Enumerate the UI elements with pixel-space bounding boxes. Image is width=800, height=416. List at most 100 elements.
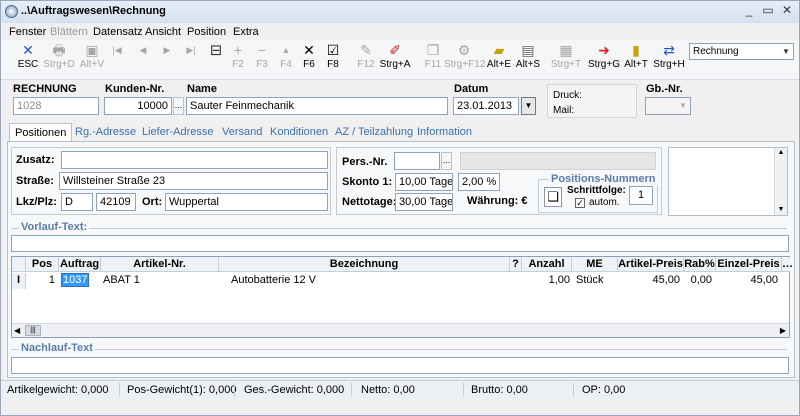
tab-rg-adresse[interactable]: Rg.-Adresse [75, 126, 136, 138]
first-record-button[interactable]: |◀ [111, 42, 123, 59]
ort-field[interactable]: Wuppertal [165, 193, 328, 211]
posnum-renumber-button[interactable]: ❏ [544, 187, 562, 207]
col-anzahl[interactable]: Anzahl [522, 257, 572, 272]
menu-datensatz[interactable]: Datensatz [93, 26, 143, 38]
tab-information[interactable]: Information [417, 126, 472, 138]
grid-hscrollbar[interactable]: ◀ ||| ▶ [12, 323, 789, 337]
tab-positionen[interactable]: Positionen [9, 123, 73, 141]
remove-button[interactable]: − F3 [254, 42, 270, 71]
pers-nr-field[interactable] [394, 152, 440, 170]
menu-fenster[interactable]: Fenster [9, 26, 46, 38]
preview-button[interactable]: ▣ Alt+V [78, 42, 106, 71]
name-label: Name [187, 83, 217, 95]
status-separator [573, 383, 574, 397]
confirm-button[interactable]: ☑ F8 [325, 42, 341, 71]
col-bezeichnung[interactable]: Bezeichnung [219, 257, 510, 272]
cell-auftrag[interactable]: 1037 [59, 273, 101, 289]
document-type-dropdown[interactable]: Rechnung ▼ [689, 43, 794, 60]
status-netto: Netto: 0,00 [361, 384, 415, 396]
gbnr-dropdown[interactable]: ▼ [645, 97, 691, 115]
col-question[interactable]: ? [510, 257, 522, 272]
layout-button[interactable]: ⊟ [206, 42, 226, 59]
pers-lookup-button[interactable]: ... [441, 152, 452, 170]
scroll-thumb[interactable]: ||| [25, 325, 41, 336]
menu-position[interactable]: Position [187, 26, 226, 38]
minus-icon: − [257, 42, 267, 58]
f11-button[interactable]: ❐ F11 [423, 42, 443, 71]
lkz-field[interactable]: D [61, 193, 93, 211]
kunden-lookup-button[interactable]: ... [173, 97, 184, 115]
strg-t-label: Strg+T [550, 59, 582, 70]
tab-versand[interactable]: Versand [222, 126, 262, 138]
skonto-days-field[interactable]: 10,00 Tage [395, 173, 453, 191]
strg-a-button[interactable]: ✐ Strg+A [378, 42, 412, 71]
tab-liefer-adresse[interactable]: Liefer-Adresse [142, 126, 214, 138]
menu-extra[interactable]: Extra [233, 26, 259, 38]
cell-me[interactable]: Stück [572, 273, 618, 289]
vorlauf-field[interactable] [11, 235, 789, 252]
app-window: ..\Auftragswesen\Rechnung _ ▭ ✕ Fenster … [0, 0, 800, 416]
f11-label: F11 [424, 59, 442, 70]
delete-button[interactable]: ✕ F6 [301, 42, 317, 71]
nachlauf-field[interactable] [11, 357, 789, 374]
col-rabatt[interactable]: Rab% [684, 257, 716, 272]
strg-h-button[interactable]: ⇄ Strg+H [652, 42, 686, 71]
col-auftrag[interactable]: Auftrag [59, 257, 101, 272]
cell-artikel[interactable]: ABAT 1 [101, 273, 219, 289]
close-button[interactable]: ✕ [780, 4, 794, 17]
cell-rabatt[interactable]: 0,00 [684, 273, 716, 289]
tab-az-teilzahlung[interactable]: AZ / Teilzahlung [335, 126, 413, 138]
cell-pos[interactable]: 1 [26, 273, 59, 289]
strg-t-button[interactable]: ▦ Strg+T [550, 42, 582, 71]
kunden-field[interactable]: 10000 [104, 97, 172, 115]
cell-artikel-preis[interactable]: 45,00 [618, 273, 684, 289]
print-button[interactable]: 🖶 Strg+D [43, 42, 75, 71]
f12-button[interactable]: ✎ F12 [356, 42, 376, 71]
alt-e-button[interactable]: ▰ Alt+E [486, 42, 512, 71]
schrittfolge-field[interactable]: 1 [629, 186, 653, 205]
col-me[interactable]: ME [572, 257, 618, 272]
cell-bezeichnung[interactable]: Autobatterie 12 V [219, 273, 510, 289]
col-artikel-preis[interactable]: Artikel-Preis [618, 257, 684, 272]
datum-field[interactable]: 23.01.2013 [453, 97, 519, 115]
add-button[interactable]: + F2 [230, 42, 246, 71]
autom-checkbox[interactable]: ✓ [575, 198, 585, 208]
menu-blaettern[interactable]: Blättern [50, 26, 88, 38]
skonto-percent-field[interactable]: 2,00 % [458, 173, 500, 191]
info-memo-box[interactable]: ▲ ▼ [668, 147, 788, 216]
alt-t-button[interactable]: ▮ Alt+T [623, 42, 649, 71]
plz-field[interactable]: 42109 [96, 193, 136, 211]
memo-scrollbar[interactable]: ▲ ▼ [774, 148, 787, 215]
minimize-button[interactable]: _ [742, 4, 756, 17]
cell-question[interactable] [510, 273, 522, 289]
strasse-field[interactable]: Willsteiner Straße 23 [59, 172, 328, 190]
strg-g-button[interactable]: ➜ Strg+G [587, 42, 621, 71]
col-artikel-nr[interactable]: Artikel-Nr. [101, 257, 219, 272]
maximize-button[interactable]: ▭ [761, 4, 775, 17]
name-field[interactable]: Sauter Feinmechanik [186, 97, 448, 115]
tab-konditionen[interactable]: Konditionen [270, 126, 328, 138]
cancel-button[interactable]: ✕ ESC [17, 42, 39, 71]
folder-icon: ▰ [493, 42, 505, 58]
menu-ansicht[interactable]: Ansicht [145, 26, 181, 38]
cell-anzahl[interactable]: 1,00 [522, 273, 572, 289]
col-pos[interactable]: Pos [26, 257, 59, 272]
rechnung-field[interactable]: 1028 [13, 97, 99, 115]
zusatz-field[interactable] [61, 151, 328, 169]
nettotage-field[interactable]: 30,00 Tage [395, 193, 453, 211]
window-title: ..\Auftragswesen\Rechnung [21, 5, 166, 17]
status-separator [119, 383, 120, 397]
app-icon[interactable] [5, 5, 18, 18]
up-button[interactable]: ▲ F4 [278, 42, 294, 71]
cell-auftrag-value[interactable]: 1037 [61, 273, 90, 287]
strg-f12-button[interactable]: ⚙ Strg+F12 [444, 42, 485, 71]
prev-record-button[interactable]: ◀ [137, 42, 149, 59]
alt-s-button[interactable]: ▤ Alt+S [515, 42, 541, 71]
rechnung-label: RECHNUNG [13, 83, 77, 95]
last-record-button[interactable]: ▶| [184, 42, 198, 59]
date-dropdown-button[interactable]: ▼ [521, 97, 536, 115]
col-einzel-preis[interactable]: Einzel-Preis [716, 257, 782, 272]
row-marker[interactable]: I [12, 273, 26, 289]
next-record-button[interactable]: ▶ [161, 42, 173, 59]
cell-einzel-preis[interactable]: 45,00 [716, 273, 782, 289]
